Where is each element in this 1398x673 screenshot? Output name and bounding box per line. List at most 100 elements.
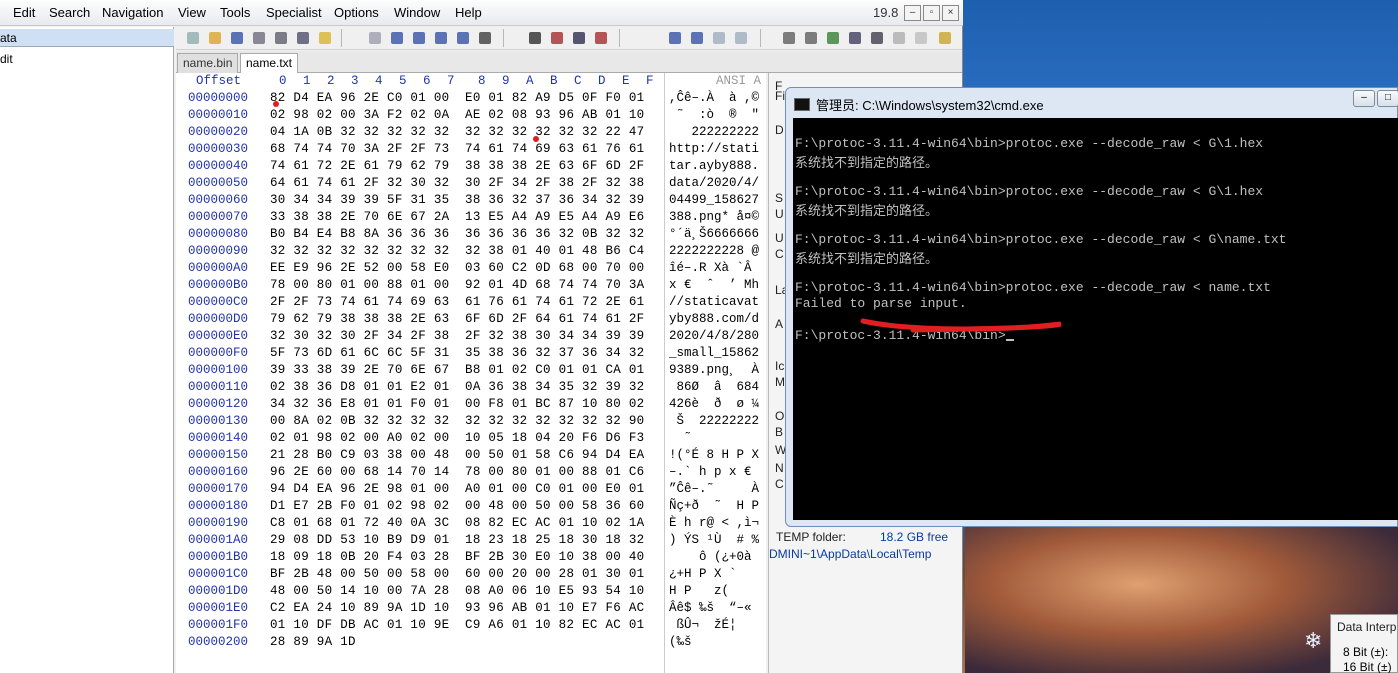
- row-ansi[interactable]: îé–.R Xà `Â: [669, 261, 752, 275]
- hex-row[interactable]: 00000160 96 2E 60 00 68 14 70 14 78 00 80…: [176, 465, 766, 482]
- row-bytes[interactable]: 04 1A 0B 32 32 32 32 32 32 32 32 32 32 3…: [270, 125, 644, 139]
- hex-row[interactable]: 000001F0 01 10 DF DB AC 01 10 9E C9 A6 01…: [176, 618, 766, 635]
- row-bytes[interactable]: BF 2B 48 00 50 00 58 00 60 00 20 00 28 0…: [270, 567, 644, 581]
- hex-row[interactable]: 00000100 39 33 38 39 2E 70 6E 67 B8 01 02…: [176, 363, 766, 380]
- row-ansi[interactable]: 426è ð ø ¼: [669, 397, 759, 411]
- cmd-maximize-button[interactable]: □: [1377, 90, 1398, 107]
- row-ansi[interactable]: _small_15862: [669, 346, 759, 360]
- new-file-icon[interactable]: [184, 29, 202, 47]
- find-hex-icon[interactable]: [548, 29, 566, 47]
- hex-row[interactable]: 000001A0 29 08 DD 53 10 B9 D9 01 18 23 18…: [176, 533, 766, 550]
- menu-edit[interactable]: Edit: [13, 5, 35, 20]
- row-bytes[interactable]: 5F 73 6D 61 6C 6C 5F 31 35 38 36 32 37 3…: [270, 346, 644, 360]
- forward-arrow-icon[interactable]: [732, 29, 750, 47]
- hex-row[interactable]: 00000200 28 89 9A 1D (‰š: [176, 635, 766, 652]
- disk-edit-icon[interactable]: [802, 29, 820, 47]
- hex-row[interactable]: 000001B0 18 09 18 0B 20 F4 03 28 BF 2B 30…: [176, 550, 766, 567]
- row-bytes[interactable]: 32 30 32 30 2F 34 2F 38 2F 32 38 30 34 3…: [270, 329, 644, 343]
- row-ansi[interactable]: 2222222228 @: [669, 244, 759, 258]
- row-ansi[interactable]: Âê$ ‰š “–«: [669, 601, 752, 615]
- hex-row[interactable]: 000000F0 5F 73 6D 61 6C 6C 5F 31 35 38 36…: [176, 346, 766, 363]
- menu-options[interactable]: Options: [334, 5, 379, 20]
- menu-specialist[interactable]: Specialist: [266, 5, 322, 20]
- open-file-icon[interactable]: [206, 29, 224, 47]
- row-bytes[interactable]: 02 98 02 00 3A F2 02 0A AE 02 08 93 96 A…: [270, 108, 644, 122]
- row-bytes[interactable]: 78 00 80 01 00 88 01 00 92 01 4D 68 74 7…: [270, 278, 644, 292]
- minimize-button[interactable]: –: [904, 5, 921, 21]
- row-bytes[interactable]: 21 28 B0 C9 03 38 00 48 00 50 01 58 C6 9…: [270, 448, 644, 462]
- save-icon[interactable]: [228, 29, 246, 47]
- row-ansi[interactable]: Ñç+ð ˜ H P: [669, 499, 759, 513]
- row-ansi[interactable]: ßÛ¬ žÉ¦: [669, 618, 737, 632]
- row-ansi[interactable]: http://stati: [669, 142, 759, 156]
- row-ansi[interactable]: !(°É 8 H P X: [669, 448, 759, 462]
- cut-icon[interactable]: [410, 29, 428, 47]
- hex-row[interactable]: 000000B0 78 00 80 01 00 88 01 00 92 01 4D…: [176, 278, 766, 295]
- gear-icon[interactable]: [936, 29, 954, 47]
- row-bytes[interactable]: 94 D4 EA 96 2E 98 01 00 A0 01 00 C0 01 0…: [270, 482, 644, 496]
- row-ansi[interactable]: –.` h p x €: [669, 465, 752, 479]
- find-icon[interactable]: [526, 29, 544, 47]
- tab-name-txt[interactable]: name.txt: [240, 53, 299, 74]
- replace-hex-icon[interactable]: [592, 29, 610, 47]
- paste-icon[interactable]: [432, 29, 450, 47]
- undo-icon[interactable]: [366, 29, 384, 47]
- row-bytes[interactable]: C2 EA 24 10 89 9A 1D 10 93 96 AB 01 10 E…: [270, 601, 644, 615]
- back-arrow-icon[interactable]: [710, 29, 728, 47]
- panel-item-data[interactable]: ata: [0, 29, 174, 47]
- tools-icon[interactable]: [890, 29, 908, 47]
- hex-row[interactable]: 00000090 32 32 32 32 32 32 32 32 32 38 01…: [176, 244, 766, 261]
- goto-sector-icon[interactable]: [688, 29, 706, 47]
- panel-item-edit[interactable]: dit: [0, 51, 174, 67]
- row-bytes[interactable]: 29 08 DD 53 10 B9 D9 01 18 23 18 25 18 3…: [270, 533, 644, 547]
- menu-window[interactable]: Window: [394, 5, 440, 20]
- row-ansi[interactable]: tar.ayby888.: [669, 159, 759, 173]
- row-ansi[interactable]: ô (¿+0à: [669, 550, 752, 564]
- row-ansi[interactable]: ,Ĉê–.À à ,©: [669, 91, 759, 105]
- properties-icon[interactable]: [294, 29, 312, 47]
- print-icon[interactable]: [250, 29, 268, 47]
- row-ansi[interactable]: yby888.com/d: [669, 312, 759, 326]
- row-bytes[interactable]: D1 E7 2B F0 01 02 98 02 00 48 00 50 00 5…: [270, 499, 644, 513]
- row-ansi[interactable]: Š 22222222: [669, 414, 760, 428]
- row-bytes[interactable]: 74 61 72 2E 61 79 62 79 38 38 38 2E 63 6…: [270, 159, 644, 173]
- row-ansi[interactable]: °´ä¸Š6666666: [669, 227, 759, 241]
- menu-help[interactable]: Help: [455, 5, 482, 20]
- console-output[interactable]: F:\protoc-3.11.4-win64\bin>protoc.exe --…: [793, 118, 1398, 520]
- hex-row[interactable]: 00000190 C8 01 68 01 72 40 0A 3C 08 82 EC…: [176, 516, 766, 533]
- hex-row[interactable]: 00000060 30 34 34 39 39 5F 31 35 38 36 32…: [176, 193, 766, 210]
- hex-row[interactable]: 00000120 34 32 36 E8 01 01 F0 01 00 F8 01…: [176, 397, 766, 414]
- row-ansi[interactable]: ¿+H P X `: [669, 567, 737, 581]
- hex-row[interactable]: 00000030 68 74 74 70 3A 2F 2F 73 74 61 74…: [176, 142, 766, 159]
- menu-view[interactable]: View: [178, 5, 206, 20]
- hex-row[interactable]: 000000C0 2F 2F 73 74 61 74 69 63 61 76 61…: [176, 295, 766, 312]
- data-interpreter-panel[interactable]: Data Interp 8 Bit (±): 16 Bit (±): [1330, 614, 1398, 673]
- row-bytes[interactable]: EE E9 96 2E 52 00 58 E0 03 60 C2 0D 68 0…: [270, 261, 644, 275]
- hex-row[interactable]: 00000000 82 D4 EA 96 2E C0 01 00 E0 01 82…: [176, 91, 766, 108]
- row-bytes[interactable]: 34 32 36 E8 01 01 F0 01 00 F8 01 BC 87 1…: [270, 397, 644, 411]
- row-ansi[interactable]: data/2020/4/: [669, 176, 759, 190]
- row-ansi[interactable]: (‰š: [669, 635, 692, 649]
- hex-row[interactable]: 00000070 33 38 38 2E 70 6E 67 2A 13 E5 A4…: [176, 210, 766, 227]
- calculator-icon[interactable]: [846, 29, 864, 47]
- row-bytes[interactable]: 2F 2F 73 74 61 74 69 63 61 76 61 74 61 7…: [270, 295, 644, 309]
- replace-text-icon[interactable]: [570, 29, 588, 47]
- row-bytes[interactable]: C8 01 68 01 72 40 0A 3C 08 82 EC AC 01 1…: [270, 516, 644, 530]
- hex-row[interactable]: 00000170 94 D4 EA 96 2E 98 01 00 A0 01 00…: [176, 482, 766, 499]
- row-ansi[interactable]: x € ˆ ’ Mh: [669, 278, 759, 292]
- row-ansi[interactable]: ˜: [669, 431, 692, 445]
- disk-icon[interactable]: [780, 29, 798, 47]
- row-bytes[interactable]: 48 00 50 14 10 00 7A 28 08 A0 06 10 E5 9…: [270, 584, 644, 598]
- hex-row[interactable]: 00000010 02 98 02 00 3A F2 02 0A AE 02 08…: [176, 108, 766, 125]
- ram-icon[interactable]: [824, 29, 842, 47]
- row-bytes[interactable]: 39 33 38 39 2E 70 6E 67 B8 01 02 C0 01 0…: [270, 363, 644, 377]
- print-preview-icon[interactable]: [272, 29, 290, 47]
- hex-row[interactable]: 00000150 21 28 B0 C9 03 38 00 48 00 50 01…: [176, 448, 766, 465]
- row-ansi[interactable]: 2020/4/8/280: [669, 329, 759, 343]
- row-bytes[interactable]: 79 62 79 38 38 38 2E 63 6F 6D 2F 64 61 7…: [270, 312, 644, 326]
- hex-row[interactable]: 000000E0 32 30 32 30 2F 34 2F 38 2F 32 38…: [176, 329, 766, 346]
- row-bytes[interactable]: 28 89 9A 1D: [270, 635, 356, 649]
- row-ansi[interactable]: 388.png* å¤©: [669, 210, 759, 224]
- hex-row[interactable]: 00000050 64 61 74 61 2F 32 30 32 30 2F 34…: [176, 176, 766, 193]
- row-bytes[interactable]: 32 32 32 32 32 32 32 32 32 38 01 40 01 4…: [270, 244, 644, 258]
